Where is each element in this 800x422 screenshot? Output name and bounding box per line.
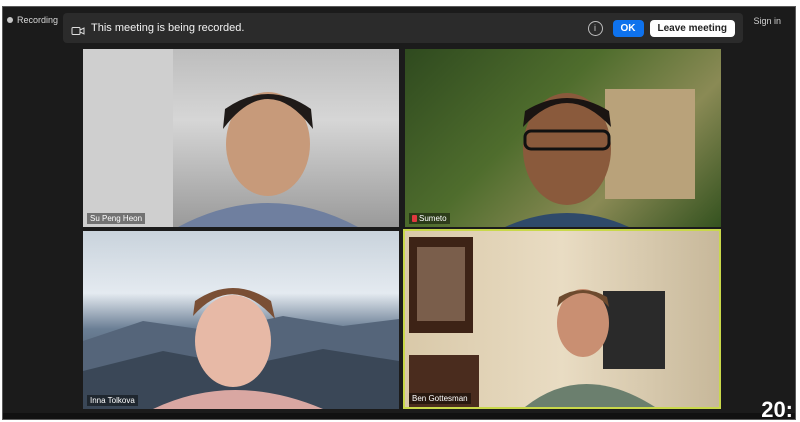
muted-mic-icon [412, 215, 417, 222]
participant-name-label: Ben Gottesman [409, 393, 471, 404]
participant-name-label: Su Peng Heon [87, 213, 146, 224]
participant-2-video [505, 89, 695, 227]
recording-camera-icon [71, 23, 85, 35]
recording-indicator[interactable]: Recording [7, 15, 58, 25]
participant-video-tile[interactable]: Sumeto [405, 49, 721, 227]
record-icon [7, 17, 13, 23]
participant-name-label: Inna Tolkova [87, 395, 138, 406]
participant-1-video [83, 49, 358, 227]
participant-name-label: Sumeto [409, 213, 450, 224]
leave-meeting-button[interactable]: Leave meeting [649, 19, 735, 37]
participant-video-tile[interactable]: Inna Tolkova [83, 231, 399, 409]
participant-3-video [83, 288, 399, 409]
time-overlay: 20: [761, 397, 793, 420]
meeting-window: Recording Sign in This meeting is being … [2, 6, 796, 420]
recording-banner: This meeting is being recorded. i OK Lea… [63, 13, 743, 43]
banner-message: This meeting is being recorded. [91, 22, 245, 34]
ok-button[interactable]: OK [612, 19, 644, 37]
info-icon[interactable]: i [587, 20, 603, 36]
sign-in-link[interactable]: Sign in [753, 16, 781, 26]
participant-video-tile[interactable]: Ben Gottesman [403, 229, 721, 409]
participant-video-tile[interactable]: Su Peng Heon [83, 49, 399, 227]
participant-4-video [409, 237, 665, 407]
toolbar-strip [3, 413, 795, 419]
recording-label: Recording [17, 15, 59, 25]
